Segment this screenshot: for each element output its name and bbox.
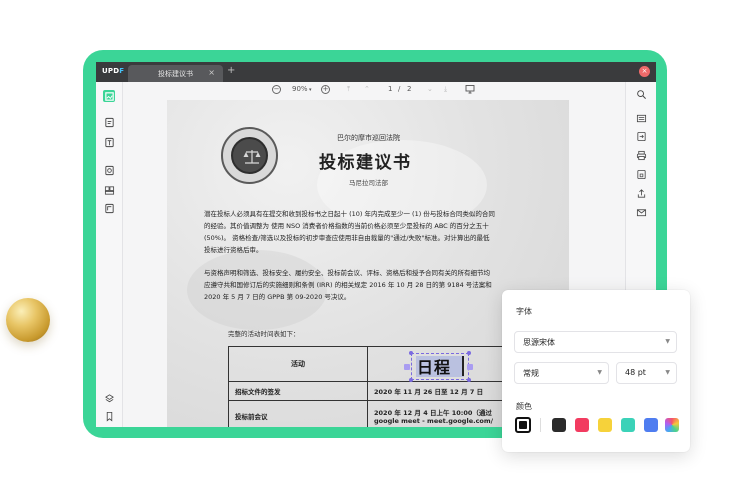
date-cell: 2020 年 11 月 26 日至 12 月 7 日 — [367, 381, 508, 401]
resize-handle-left[interactable] — [404, 364, 410, 370]
color-label: 颜色 — [516, 402, 532, 411]
zoom-in-button[interactable]: + — [321, 85, 330, 94]
paragraph-line: 2020 年 5 月 7 日的 GPPB 第 09-2020 号决议。 — [204, 293, 351, 301]
date-line: google meet - meet.google.com/ — [374, 416, 494, 425]
zoom-dropdown-icon[interactable]: ▾ — [309, 87, 312, 93]
next-page-icon[interactable]: ⌄ — [427, 85, 433, 93]
left-toolbar — [96, 82, 123, 427]
comment-icon[interactable] — [103, 116, 115, 128]
activity-cell: 投标前会议 — [228, 400, 368, 427]
convert-icon[interactable] — [635, 130, 647, 142]
seal-center — [231, 137, 268, 174]
color-swatch-teal[interactable] — [621, 418, 635, 432]
color-swatch-selected[interactable] — [515, 417, 531, 433]
justice-scale-icon — [243, 150, 261, 164]
presentation-icon[interactable] — [465, 84, 475, 96]
new-tab-icon[interactable]: + — [227, 65, 235, 76]
layers-icon[interactable] — [103, 392, 115, 404]
app-logo: UPDF — [102, 67, 125, 75]
zoom-out-button[interactable]: − — [272, 85, 281, 94]
table-row: 投标前会议 2020 年 12 月 4 日上午 10:00（通过 google … — [228, 400, 508, 427]
share-icon[interactable] — [635, 187, 647, 199]
ocr-icon[interactable] — [635, 112, 647, 124]
print-icon[interactable] — [635, 149, 647, 161]
chevron-down-icon: ▼ — [665, 338, 670, 345]
header-activity: 活动 — [228, 346, 368, 382]
font-style-value: 常规 — [523, 369, 539, 378]
font-family-value: 思源宋体 — [523, 338, 555, 347]
department-name: 马尼拉司法部 — [349, 179, 388, 187]
organize-icon[interactable] — [103, 184, 115, 196]
paragraph-2: 与资格声明和筛选、投标安全、履约安全、投标前会议、评标、资格后和授予合同有关的所… — [204, 267, 544, 303]
paragraph-line: 潜在投标人必须具有在提交和收到投标书之日起十 (10) 年内完成至少一 (1) … — [204, 210, 495, 218]
window-close-icon[interactable]: × — [639, 66, 650, 77]
current-page[interactable]: 1 — [388, 85, 392, 93]
total-pages: 2 — [407, 85, 412, 93]
table-row: 招标文件的签发 2020 年 11 月 26 日至 12 月 7 日 — [228, 381, 508, 401]
court-seal — [221, 127, 278, 184]
paragraph-line: 投标进行资格后审。 — [204, 246, 263, 254]
font-size-value: 48 pt — [625, 368, 646, 377]
thumbnail-icon[interactable] — [103, 90, 115, 102]
font-properties-panel: 字体 思源宋体 ▼ 常规 ▼ 48 pt ▼ 颜色 — [502, 290, 690, 452]
paragraph-line: 应遵守共和国修订后的实施细则和条例 (IRR) 的相关规定 2016 年 10 … — [204, 281, 492, 289]
color-picker-icon[interactable] — [665, 418, 679, 432]
stage: UPDF 投标建议书 × + × − 90% ▾ + ⤒ ⌃ 1 / 2 ⌄ ⤓… — [0, 0, 733, 480]
date-line: 2020 年 12 月 4 日上午 10:00（通过 — [374, 408, 492, 417]
corner-handle[interactable] — [467, 351, 471, 355]
activity-cell: 招标文件的签发 — [228, 381, 368, 401]
document-title: 投标建议书 — [319, 153, 412, 173]
swatch-divider — [540, 418, 541, 432]
color-swatch-yellow[interactable] — [598, 418, 612, 432]
last-page-icon[interactable]: ⤓ — [444, 85, 447, 94]
font-family-select[interactable]: 思源宋体 ▼ — [514, 331, 677, 353]
chevron-down-icon: ▼ — [597, 369, 602, 376]
protect-icon[interactable] — [635, 168, 647, 180]
zoom-value[interactable]: 90% — [292, 85, 308, 93]
email-icon[interactable] — [635, 206, 647, 218]
color-swatch-red[interactable] — [575, 418, 589, 432]
corner-handle[interactable] — [409, 378, 413, 382]
document-tab[interactable]: 投标建议书 × — [128, 65, 223, 82]
color-swatch-black[interactable] — [552, 418, 566, 432]
font-label: 字体 — [516, 307, 532, 316]
font-style-select[interactable]: 常规 ▼ — [514, 362, 609, 384]
paragraph-line: (50%)。 资格检查/筛选以及投标的初步审查应使用非自由裁量的"通过/失败"标… — [204, 234, 490, 242]
schedule-label: 完整的活动时间表如下： — [228, 330, 300, 338]
stamp-icon[interactable] — [103, 164, 115, 176]
title-bar: UPDF 投标建议书 × + × — [96, 62, 656, 82]
text-box-selection[interactable] — [411, 353, 469, 380]
page-separator: / — [398, 85, 401, 93]
color-swatch-blue[interactable] — [644, 418, 658, 432]
court-name: 巴尔的摩市巡回法院 — [337, 134, 400, 142]
prev-page-icon[interactable]: ⌃ — [364, 85, 370, 93]
first-page-icon[interactable]: ⤒ — [347, 85, 350, 94]
font-size-select[interactable]: 48 pt ▼ — [616, 362, 677, 384]
edit-icon[interactable] — [103, 136, 115, 148]
view-toolbar: − 90% ▾ + ⤒ ⌃ 1 / 2 ⌄ ⤓ — [123, 82, 625, 100]
chevron-down-icon: ▼ — [665, 369, 670, 376]
decorative-gold-ball — [6, 298, 50, 342]
paragraph-1: 潜在投标人必须具有在提交和收到投标书之日起十 (10) 年内完成至少一 (1) … — [204, 208, 544, 256]
tab-close-icon[interactable]: × — [208, 68, 215, 77]
crop-icon[interactable] — [103, 202, 115, 214]
resize-handle-right[interactable] — [467, 364, 473, 370]
paragraph-line: 与资格声明和筛选、投标安全、履约安全、投标前会议、评标、资格后和授予合同有关的所… — [204, 269, 490, 277]
paragraph-line: 的经验。其价值调整为 使用 NSO 消费者价格指数的当前价格必须至少是投标的 A… — [204, 222, 489, 230]
date-cell: 2020 年 12 月 4 日上午 10:00（通过 google meet -… — [367, 400, 508, 427]
search-icon[interactable] — [635, 88, 647, 100]
tab-label: 投标建议书 — [158, 70, 193, 78]
bookmark-icon[interactable] — [103, 410, 115, 422]
corner-handle[interactable] — [409, 351, 413, 355]
corner-handle[interactable] — [467, 378, 471, 382]
